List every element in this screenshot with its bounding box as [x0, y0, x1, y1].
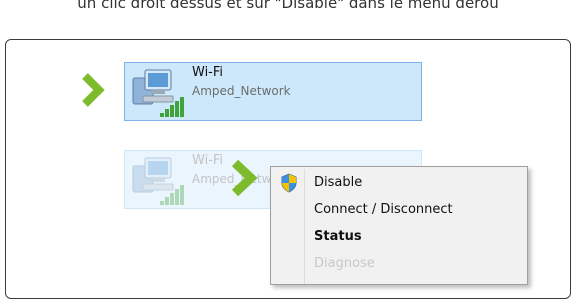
- menu-item-diagnose[interactable]: Diagnose: [271, 251, 527, 277]
- menu-item-status[interactable]: Status: [271, 224, 527, 250]
- pointer-arrow-icon: [231, 159, 258, 197]
- wireless-network-icon: [132, 69, 184, 117]
- wifi-adapter-item[interactable]: Wi-Fi Amped_Network: [124, 62, 422, 121]
- menu-item-label: Diagnose: [314, 256, 375, 271]
- pointer-arrow-icon: [82, 73, 105, 107]
- adapter-name: Wi-Fi: [192, 153, 224, 168]
- menu-item-disable[interactable]: Disable: [271, 170, 527, 196]
- adapter-name: Wi-Fi: [192, 65, 224, 80]
- menu-item-label: Status: [314, 229, 362, 244]
- wireless-network-icon: [132, 157, 184, 205]
- context-menu: Disable Connect / Disconnect Status Diag…: [270, 166, 528, 285]
- menu-item-label: Disable: [314, 175, 363, 190]
- shield-icon: [281, 173, 297, 193]
- menu-item-connect-disconnect[interactable]: Connect / Disconnect: [271, 197, 527, 223]
- menu-item-label: Connect / Disconnect: [314, 202, 453, 217]
- adapter-network: Amped_Network: [192, 84, 291, 98]
- caption-text: un clic droit dessus et sur "Disable" da…: [77, 0, 499, 12]
